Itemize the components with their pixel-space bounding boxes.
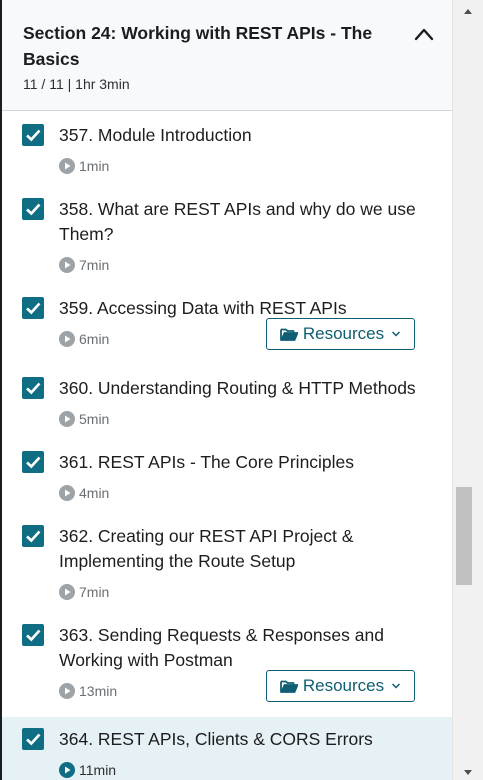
lecture-meta: 7min bbox=[59, 253, 434, 277]
lecture-duration: 5min bbox=[79, 411, 110, 427]
resources-label: Resources bbox=[302, 324, 385, 343]
lecture-title[interactable]: 361. REST APIs - The Core Principles bbox=[59, 450, 434, 475]
section-title: Section 24: Working with REST APIs - The… bbox=[23, 23, 373, 69]
chevron-down-icon bbox=[392, 683, 401, 689]
lecture-meta: 4min bbox=[59, 481, 434, 505]
lecture-item[interactable]: 361. REST APIs - The Core Principles 4mi… bbox=[2, 439, 452, 513]
scrollbar[interactable] bbox=[452, 0, 483, 780]
resources-button[interactable]: Resources bbox=[266, 670, 415, 702]
folder-open-icon bbox=[279, 680, 298, 693]
checkbox-checked-icon[interactable] bbox=[22, 525, 44, 547]
lecture-title[interactable]: 357. Module Introduction bbox=[59, 123, 434, 148]
play-circle-icon bbox=[59, 257, 75, 273]
lecture-title[interactable]: 358. What are REST APIs and why do we us… bbox=[59, 197, 434, 247]
lecture-duration: 4min bbox=[79, 485, 110, 501]
lecture-item[interactable]: 357. Module Introduction 1min bbox=[2, 112, 452, 186]
lecture-title[interactable]: 360. Understanding Routing & HTTP Method… bbox=[59, 376, 434, 401]
lecture-meta: 6min Resources bbox=[59, 318, 434, 351]
play-circle-icon bbox=[59, 158, 75, 174]
lecture-meta: 5min bbox=[59, 407, 434, 431]
lecture-item[interactable]: 358. What are REST APIs and why do we us… bbox=[2, 186, 452, 285]
lecture-duration: 7min bbox=[79, 584, 110, 600]
checkbox-checked-icon[interactable] bbox=[22, 297, 44, 319]
lecture-title[interactable]: 364. REST APIs, Clients & CORS Errors bbox=[59, 727, 434, 752]
chevron-down-icon bbox=[392, 331, 401, 337]
lecture-list: 357. Module Introduction 1min 358. What … bbox=[2, 112, 452, 780]
play-circle-icon bbox=[59, 762, 75, 778]
checkbox-checked-icon[interactable] bbox=[22, 624, 44, 646]
lecture-title[interactable]: 363. Sending Requests & Responses and Wo… bbox=[59, 623, 434, 673]
folder-open-icon bbox=[279, 328, 298, 341]
play-circle-icon bbox=[59, 683, 75, 699]
lecture-item[interactable]: 360. Understanding Routing & HTTP Method… bbox=[2, 365, 452, 439]
lecture-duration: 7min bbox=[79, 257, 110, 273]
checkbox-checked-icon[interactable] bbox=[22, 728, 44, 750]
checkbox-checked-icon[interactable] bbox=[22, 377, 44, 399]
scroll-up-arrow-icon[interactable] bbox=[461, 6, 475, 18]
lecture-item-active[interactable]: 364. REST APIs, Clients & CORS Errors 11… bbox=[2, 717, 452, 780]
checkbox-checked-icon[interactable] bbox=[22, 124, 44, 146]
play-circle-icon bbox=[59, 411, 75, 427]
resources-button[interactable]: Resources bbox=[266, 318, 415, 350]
lecture-item[interactable]: 359. Accessing Data with REST APIs 6min … bbox=[2, 285, 452, 365]
lecture-item[interactable]: 363. Sending Requests & Responses and Wo… bbox=[2, 612, 452, 717]
lecture-item[interactable]: 362. Creating our REST API Project & Imp… bbox=[2, 513, 452, 612]
lecture-duration: 13min bbox=[79, 683, 118, 699]
chevron-up-icon[interactable] bbox=[414, 26, 434, 42]
lecture-meta: 7min bbox=[59, 580, 434, 604]
lecture-title[interactable]: 362. Creating our REST API Project & Imp… bbox=[59, 524, 434, 574]
lecture-meta: 13min Resources bbox=[59, 670, 434, 703]
course-content-frame: Section 24: Working with REST APIs - The… bbox=[0, 0, 483, 780]
lecture-duration: 1min bbox=[79, 158, 110, 174]
play-circle-icon bbox=[59, 485, 75, 501]
checkbox-checked-icon[interactable] bbox=[22, 198, 44, 220]
play-circle-icon bbox=[59, 584, 75, 600]
play-circle-icon bbox=[59, 331, 75, 347]
checkbox-checked-icon[interactable] bbox=[22, 451, 44, 473]
scroll-down-arrow-icon[interactable] bbox=[461, 766, 475, 778]
lecture-meta: 1min bbox=[59, 154, 434, 178]
scroll-thumb[interactable] bbox=[456, 487, 472, 585]
section-meta: 11 / 11 | 1hr 3min bbox=[23, 76, 130, 92]
lecture-meta: 11min bbox=[59, 758, 434, 780]
resources-label: Resources bbox=[302, 676, 385, 695]
lecture-duration: 11min bbox=[79, 762, 117, 778]
course-content-panel: Section 24: Working with REST APIs - The… bbox=[2, 0, 452, 780]
lecture-duration: 6min bbox=[79, 331, 110, 347]
section-header[interactable]: Section 24: Working with REST APIs - The… bbox=[2, 0, 452, 111]
